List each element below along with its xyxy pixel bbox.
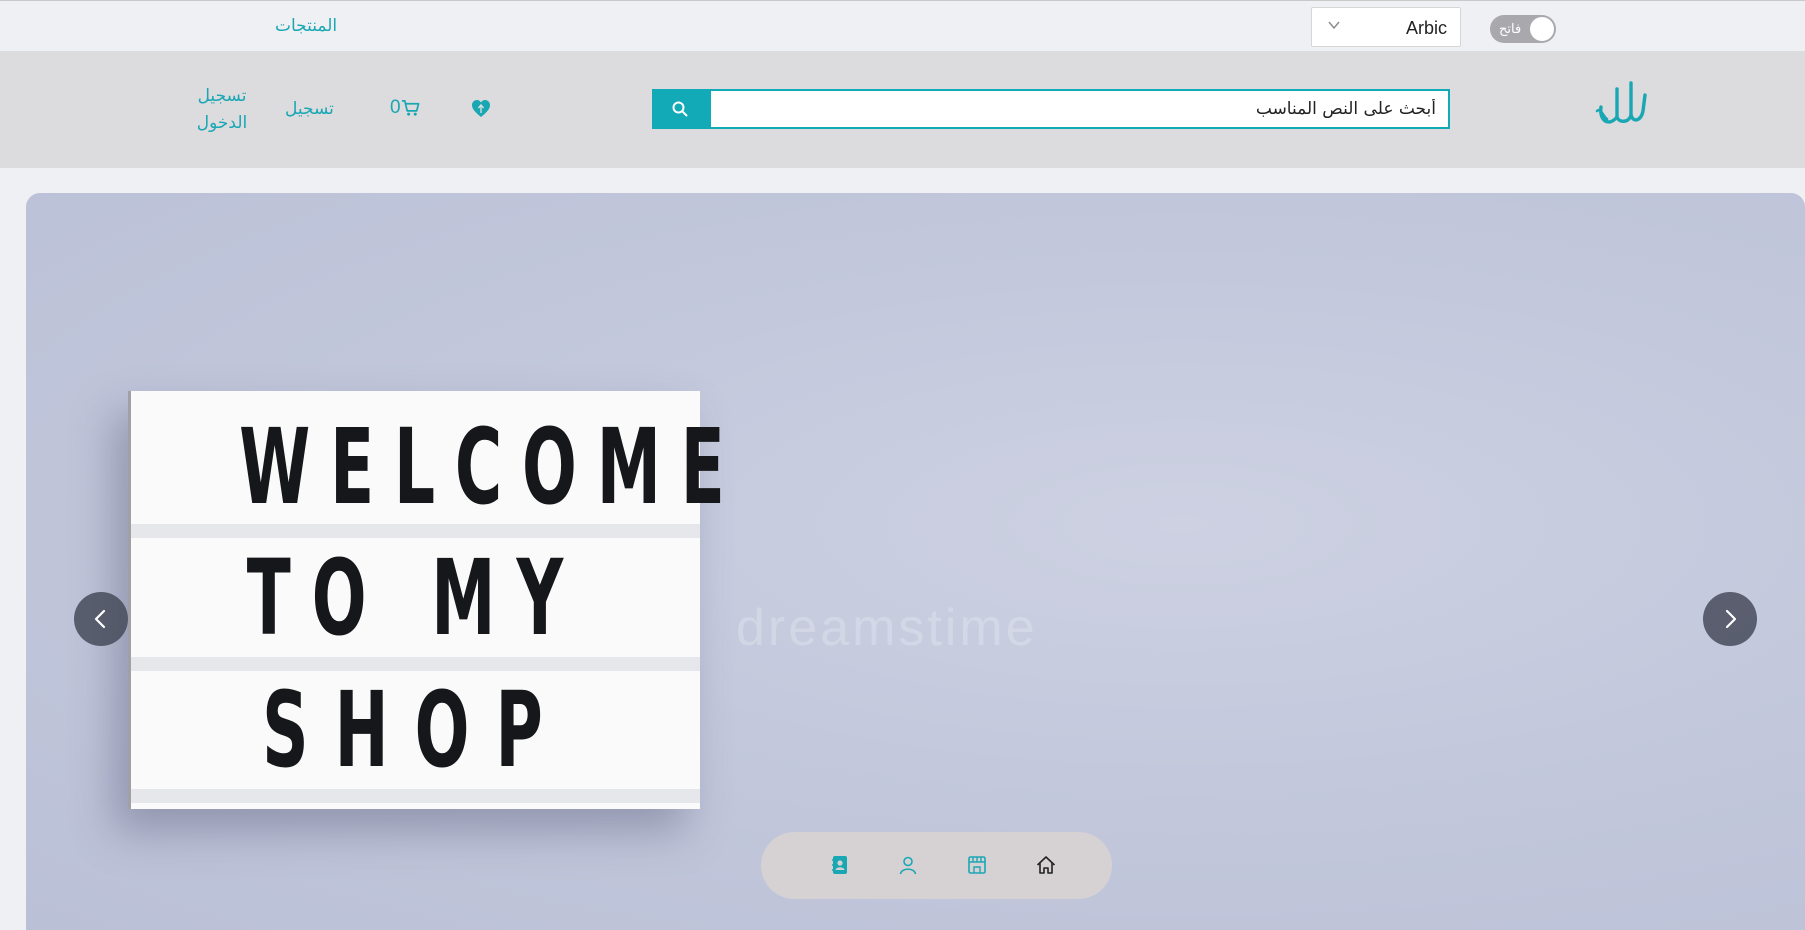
toggle-knob bbox=[1530, 17, 1554, 41]
lightbox-divider bbox=[131, 524, 700, 538]
home-icon[interactable] bbox=[1035, 854, 1057, 876]
user-icon[interactable] bbox=[897, 854, 919, 876]
welcome-lightbox: WELCOME TO MY SHOP bbox=[128, 391, 745, 809]
chevron-left-icon bbox=[94, 609, 106, 629]
cart-icon bbox=[401, 100, 420, 116]
theme-toggle-label: فاتح bbox=[1499, 21, 1522, 36]
carousel-prev-button[interactable] bbox=[74, 592, 128, 646]
chevron-down-icon bbox=[1328, 21, 1340, 30]
lightbox-line-2: TO MY bbox=[246, 537, 585, 659]
search-bar bbox=[652, 89, 1450, 129]
language-value: Arbic bbox=[1405, 18, 1447, 38]
bottom-nav bbox=[761, 832, 1112, 899]
chevron-right-icon bbox=[1725, 609, 1737, 629]
lightbox-divider bbox=[131, 789, 700, 803]
heart-icon[interactable] bbox=[471, 99, 491, 118]
nav-products-link[interactable]: المنتجات bbox=[275, 16, 337, 36]
search-button[interactable] bbox=[652, 89, 709, 129]
top-bar: المنتجات Arbic فاتح bbox=[0, 0, 1805, 51]
lightbox-line-3: SHOP bbox=[262, 669, 569, 791]
theme-toggle[interactable]: فاتح bbox=[1490, 15, 1556, 43]
store-icon[interactable] bbox=[966, 854, 988, 876]
register-link[interactable]: تسجيل bbox=[285, 95, 334, 122]
language-select[interactable]: Arbic bbox=[1311, 7, 1461, 47]
cart-count: 0 bbox=[390, 97, 401, 118]
lightbox-line-1: WELCOME bbox=[239, 406, 745, 528]
main-header: تسجيل الدخول تسجيل 0 bbox=[0, 51, 1805, 168]
login-link[interactable]: تسجيل الدخول bbox=[192, 82, 252, 136]
logo-icon[interactable] bbox=[1595, 77, 1651, 133]
carousel-next-button[interactable] bbox=[1703, 592, 1757, 646]
hero-carousel: WELCOME TO MY SHOP dreamstime bbox=[26, 193, 1805, 930]
watermark: dreamstime bbox=[736, 599, 1038, 657]
contacts-icon[interactable] bbox=[829, 854, 851, 876]
search-icon bbox=[672, 101, 688, 117]
search-input[interactable] bbox=[709, 89, 1450, 129]
cart-button[interactable]: 0 bbox=[390, 97, 420, 119]
